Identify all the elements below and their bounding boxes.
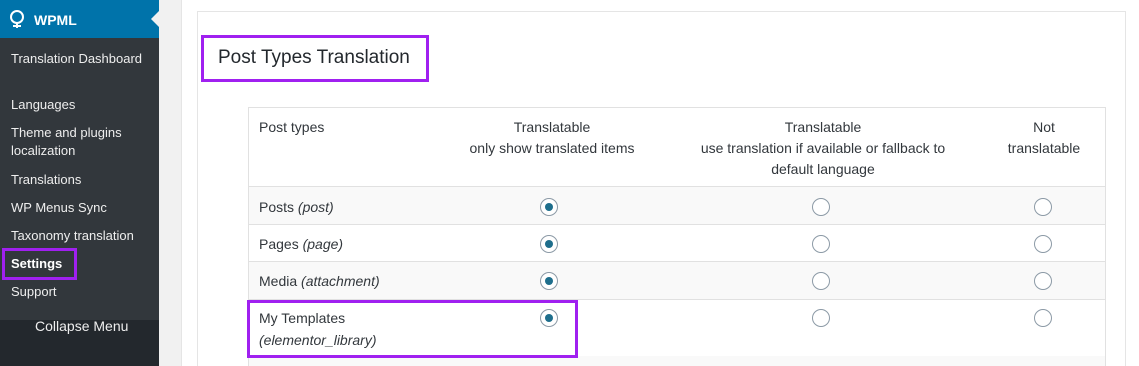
table-row-my-templates: My Templates (elementor_library) — [259, 307, 376, 351]
sidebar-item-taxonomy-translation[interactable]: Taxonomy translation — [11, 227, 151, 245]
sidebar-item-settings[interactable]: Settings — [11, 255, 151, 273]
post-type-slug: (post) — [297, 199, 334, 215]
posts-translatable-radio[interactable] — [540, 198, 558, 216]
post-type-slug: (elementor_library) — [259, 332, 377, 348]
sidebar-item-theme-plugins-localization[interactable]: Theme and plugins localization — [11, 124, 151, 160]
sidebar-item-translations[interactable]: Translations — [11, 171, 151, 189]
post-type-name: Posts — [259, 199, 295, 215]
posts-fallback-radio[interactable] — [812, 198, 830, 216]
pages-translatable-radio[interactable] — [540, 235, 558, 253]
wpml-submenu: Translation Dashboard Languages Theme an… — [0, 38, 159, 320]
pages-not-translatable-radio[interactable] — [1034, 235, 1052, 253]
header-translatable-sub: only show translated items — [469, 140, 635, 156]
post-type-slug: (attachment) — [301, 273, 380, 289]
table-row-media: Media (attachment) — [259, 270, 380, 292]
my-templates-translatable-radio[interactable] — [540, 309, 558, 327]
my-templates-fallback-radio[interactable] — [812, 309, 830, 327]
posts-not-translatable-radio[interactable] — [1034, 198, 1052, 216]
post-type-slug: (page) — [302, 236, 344, 252]
sidebar-item-wp-menus-sync[interactable]: WP Menus Sync — [11, 199, 151, 217]
header-translatable: Translatable only show translated items — [452, 117, 652, 159]
table-row-posts: Posts (post) — [259, 196, 334, 218]
admin-sidebar: WPML Translation Dashboard Languages The… — [0, 0, 159, 366]
header-not-translatable: Not translatable — [1007, 119, 1081, 156]
row-separator — [249, 299, 1105, 300]
media-fallback-radio[interactable] — [812, 272, 830, 290]
row-separator — [249, 224, 1105, 225]
sidebar-item-support[interactable]: Support — [11, 283, 151, 301]
wpml-menu-title: WPML — [34, 12, 77, 28]
media-translatable-radio[interactable] — [540, 272, 558, 290]
media-not-translatable-radio[interactable] — [1034, 272, 1052, 290]
sidebar-item-languages[interactable]: Languages — [11, 96, 151, 114]
my-templates-not-translatable-radio[interactable] — [1034, 309, 1052, 327]
post-type-name: Media — [259, 273, 298, 289]
post-type-name: My Templates — [259, 310, 346, 326]
header-translatable-fallback: Translatable use translation if availabl… — [683, 117, 963, 180]
sidebar-item-translation-dashboard[interactable]: Translation Dashboard — [11, 50, 151, 68]
wpml-menu-header[interactable]: WPML — [0, 0, 159, 38]
header-fallback-sub: use translation if available or fallback… — [700, 140, 946, 177]
current-menu-arrow-icon — [151, 11, 159, 27]
post-types-table — [248, 107, 1106, 366]
table-row-bg — [249, 356, 1105, 366]
post-type-name: Pages — [259, 236, 299, 252]
table-row-bg — [249, 187, 1105, 224]
table-row-pages: Pages (page) — [259, 233, 343, 255]
row-separator — [249, 261, 1105, 262]
header-post-types: Post types — [259, 119, 325, 135]
section-title: Post Types Translation — [218, 47, 410, 68]
wpml-logo-icon — [10, 10, 24, 28]
pages-fallback-radio[interactable] — [812, 235, 830, 253]
collapse-menu-button[interactable]: Collapse Menu — [35, 318, 128, 334]
header-fallback-title: Translatable — [784, 119, 862, 135]
header-translatable-title: Translatable — [513, 119, 591, 135]
